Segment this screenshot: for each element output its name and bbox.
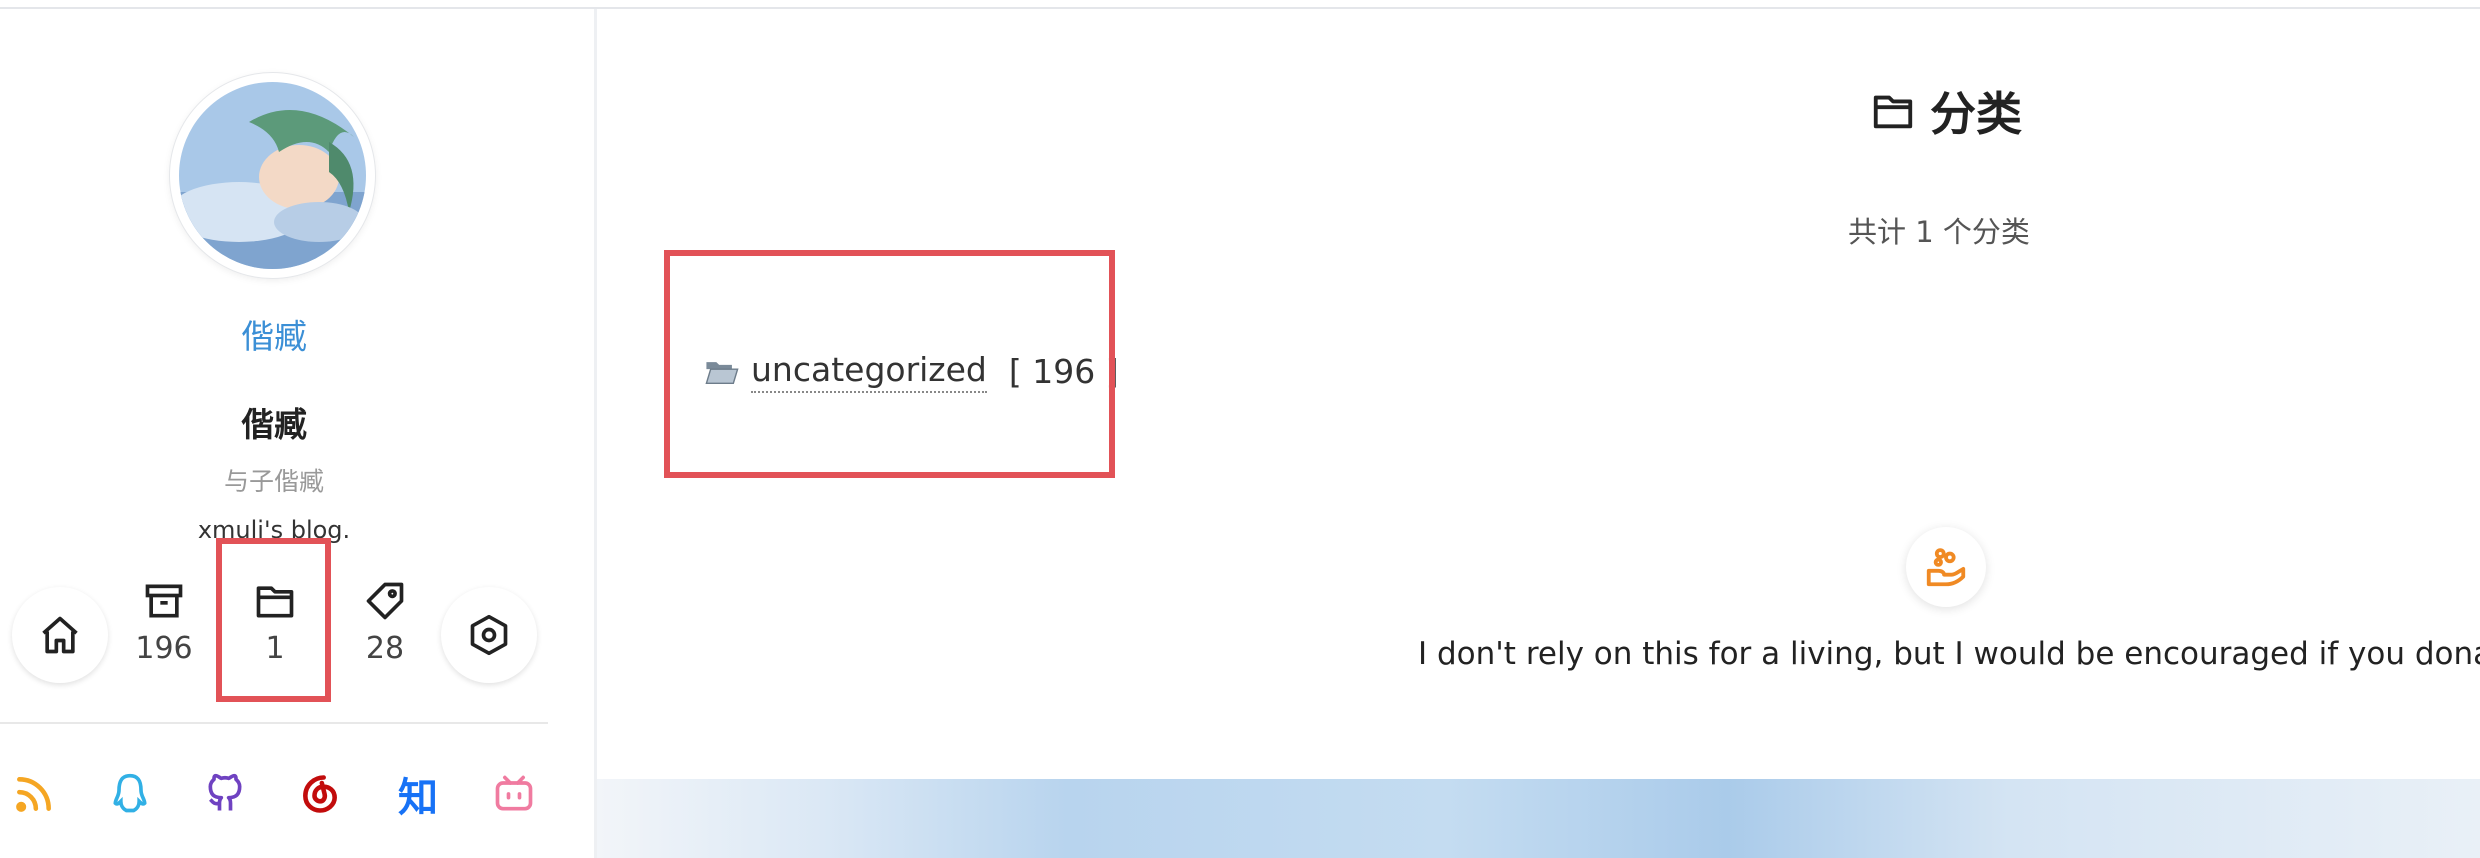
sidebar-divider [0, 722, 548, 724]
netease-music-link[interactable] [290, 764, 350, 824]
home-icon [42, 616, 78, 654]
tag-icon [366, 582, 404, 620]
page-title: 分类 [1870, 78, 2022, 144]
archive-box-icon [145, 584, 183, 618]
archives-link[interactable]: 196 [114, 579, 214, 666]
donate-hand-coins-icon [1926, 548, 1966, 587]
bilibili-icon [495, 775, 533, 811]
tags-count: 28 [365, 631, 405, 666]
bilibili-link[interactable] [484, 764, 544, 824]
rss-link[interactable] [4, 764, 64, 824]
highlight-box-categories-stat [216, 538, 331, 702]
background-banner [597, 779, 2480, 858]
sidebar: 偕臧 偕臧 与子偕臧 xmuli's blog. 196 1 28 知 [0, 9, 597, 858]
page-title-text: 分类 [1930, 87, 2022, 141]
github-icon [208, 773, 242, 811]
qq-link[interactable] [100, 764, 160, 824]
home-button[interactable] [12, 587, 108, 683]
avatar-image [179, 82, 366, 269]
site-link[interactable]: 偕臧 [0, 310, 548, 358]
netease-music-icon [303, 775, 337, 813]
site-subtitle: 与子偕臧 [223, 467, 324, 496]
author-name: 偕臧 [241, 405, 307, 444]
rss-icon [16, 777, 51, 812]
zhihu-icon[interactable]: 知 [388, 764, 448, 824]
tags-link[interactable]: 28 [335, 579, 435, 666]
folder-icon [1873, 95, 1913, 129]
donate-message: I don't rely on this for a living, but I… [1418, 636, 2480, 672]
settings-hexagon-icon [470, 614, 508, 656]
github-link[interactable] [195, 764, 255, 824]
settings-button[interactable] [441, 587, 537, 683]
category-count-text: 共计 1 个分类 [1848, 215, 2030, 249]
archives-count: 196 [135, 631, 193, 666]
donate-button[interactable] [1906, 527, 1986, 607]
top-border [0, 0, 2480, 9]
avatar[interactable] [170, 73, 375, 278]
highlight-box-category-item [664, 250, 1115, 478]
qq-icon [113, 773, 147, 813]
